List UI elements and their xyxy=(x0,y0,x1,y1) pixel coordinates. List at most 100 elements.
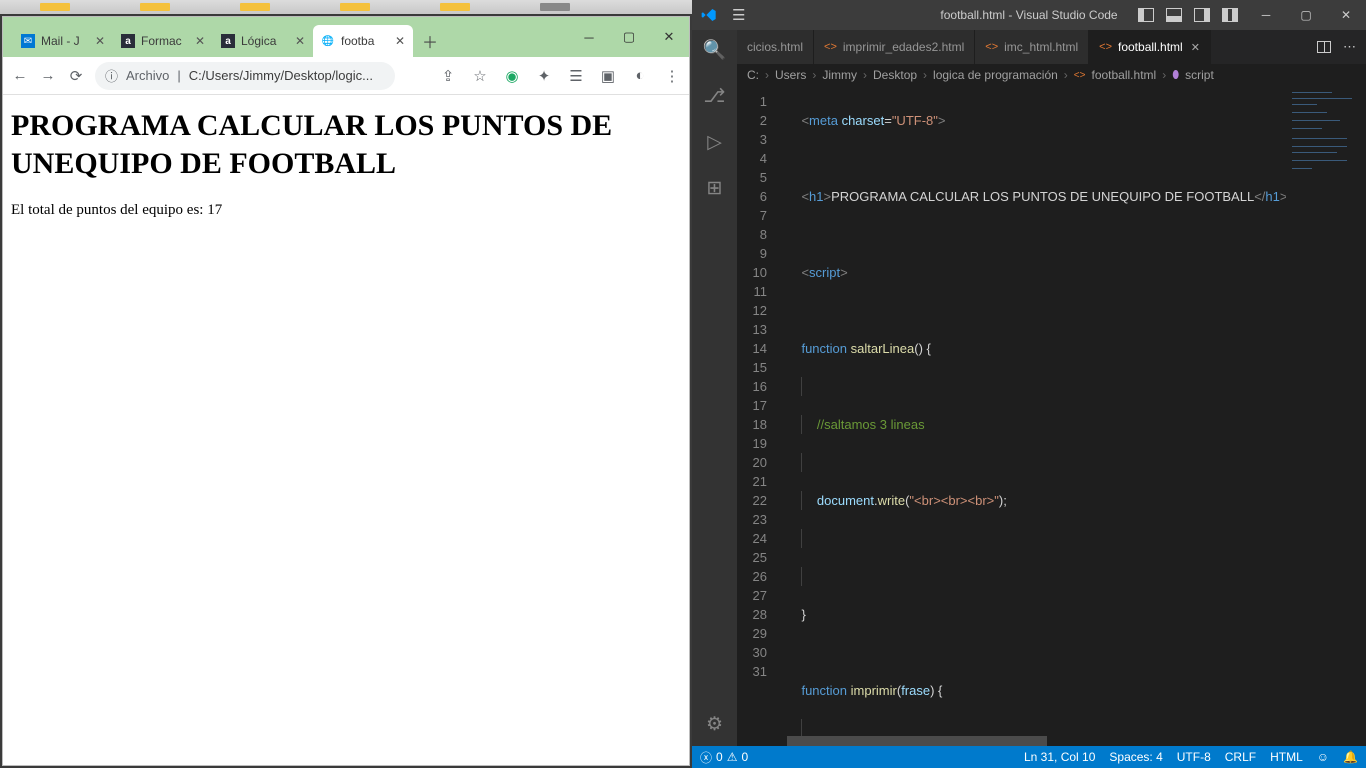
maximize-button[interactable]: ▢ xyxy=(609,17,649,57)
editor-area: cicios.html <> imprimir_edades2.html <> … xyxy=(737,30,1366,746)
vscode-titlebar: ☰ football.html - Visual Studio Code ─ ▢… xyxy=(692,0,1366,30)
omnibox-prefix: Archivo xyxy=(126,68,169,83)
code-content[interactable]: <meta charset="UTF-8"> <h1>PROGRAMA CALC… xyxy=(787,92,1366,746)
omnibox-path: C:/Users/Jimmy/Desktop/logic... xyxy=(189,68,385,83)
tab-label: football.html xyxy=(1118,40,1183,54)
chrome-tab-logica[interactable]: a Lógica ✕ xyxy=(213,25,313,57)
tab-label: footba xyxy=(341,34,374,48)
extensions-icon[interactable]: ✦ xyxy=(535,67,553,85)
alura-icon: a xyxy=(221,34,235,48)
split-editor-icon[interactable] xyxy=(1317,41,1331,53)
close-icon[interactable]: ✕ xyxy=(295,34,305,48)
toggle-secondary-icon[interactable] xyxy=(1194,8,1210,22)
crumb[interactable]: script xyxy=(1185,68,1214,82)
html-file-icon: <> xyxy=(1074,70,1086,81)
scrollbar-thumb[interactable] xyxy=(787,736,1047,746)
run-debug-icon[interactable]: ▷ xyxy=(703,130,727,154)
crumb[interactable]: C: xyxy=(747,68,759,82)
tab-label: imc_html.html xyxy=(1004,40,1078,54)
close-icon[interactable]: ✕ xyxy=(1191,41,1200,54)
activity-bar: 🔍 ⎇ ▷ ⊞ ⚙ xyxy=(692,30,737,746)
menu-icon[interactable]: ⋮ xyxy=(663,67,681,85)
profile-icon[interactable]: ◐ xyxy=(631,67,649,84)
crumb[interactable]: logica de programación xyxy=(933,68,1058,82)
source-control-icon[interactable]: ⎇ xyxy=(703,84,727,108)
tab-label: imprimir_edades2.html xyxy=(843,40,964,54)
star-icon[interactable]: ☆ xyxy=(471,67,489,85)
minimize-button[interactable]: ─ xyxy=(569,17,609,57)
notifications-icon[interactable]: 🔔 xyxy=(1343,750,1358,764)
editor-tab-imprimir-edades[interactable]: <> imprimir_edades2.html xyxy=(814,30,975,64)
settings-gear-icon[interactable]: ⚙ xyxy=(703,712,727,736)
html-file-icon: <> xyxy=(1099,41,1112,53)
customize-layout-icon[interactable] xyxy=(1222,8,1238,22)
editor-tabs: cicios.html <> imprimir_edades2.html <> … xyxy=(737,30,1366,64)
window-title: football.html - Visual Studio Code xyxy=(940,8,1117,22)
breadcrumbs[interactable]: C:› Users› Jimmy› Desktop› logica de pro… xyxy=(737,64,1366,86)
page-text: El total de puntos del equipo es: 17 xyxy=(11,202,681,219)
vscode-body: 🔍 ⎇ ▷ ⊞ ⚙ cicios.html <> imprimir_edades… xyxy=(692,30,1366,746)
editor-tab-imc[interactable]: <> imc_html.html xyxy=(975,30,1089,64)
status-indent[interactable]: Spaces: 4 xyxy=(1109,750,1162,764)
chrome-tab-formacion[interactable]: a Formac ✕ xyxy=(113,25,213,57)
share-icon[interactable]: ⇪ xyxy=(439,67,457,85)
back-button[interactable]: ← xyxy=(11,67,29,84)
side-panel-icon[interactable]: ▣ xyxy=(599,67,617,85)
chrome-window: ✉ Mail - J ✕ a Formac ✕ a Lógica ✕ 🌐 foo… xyxy=(2,16,690,766)
toolbar-right: ⇪ ☆ ◉ ✦ ☰ ▣ ◐ ⋮ xyxy=(439,67,681,85)
status-bar: ⓧ0 ⚠0 Ln 31, Col 10 Spaces: 4 UTF-8 CRLF… xyxy=(692,746,1366,768)
close-icon[interactable]: ✕ xyxy=(395,34,405,48)
toggle-panel-icon[interactable] xyxy=(1166,8,1182,22)
more-actions-icon[interactable]: ⋯ xyxy=(1343,39,1356,55)
toggle-sidebar-icon[interactable] xyxy=(1138,8,1154,22)
editor-tab-actions: ⋯ xyxy=(1307,30,1366,64)
html-file-icon: <> xyxy=(985,41,998,53)
extensions-icon[interactable]: ⊞ xyxy=(703,176,727,200)
close-icon[interactable]: ✕ xyxy=(195,34,205,48)
crumb[interactable]: football.html xyxy=(1091,68,1156,82)
layout-controls xyxy=(1138,8,1238,22)
search-icon[interactable]: 🔍 xyxy=(703,38,727,62)
status-problems[interactable]: ⓧ0 ⚠0 xyxy=(700,749,748,766)
status-encoding[interactable]: UTF-8 xyxy=(1177,750,1211,764)
close-button[interactable]: ✕ xyxy=(649,17,689,57)
chrome-page-content: PROGRAMA CALCULAR LOS PUNTOS DE UNEQUIPO… xyxy=(3,95,689,765)
feedback-icon[interactable]: ☺ xyxy=(1317,750,1329,764)
minimize-button[interactable]: ─ xyxy=(1246,0,1286,30)
alura-icon: a xyxy=(121,34,135,48)
chrome-window-controls: ─ ▢ ✕ xyxy=(569,17,689,57)
desktop-icons-peek xyxy=(0,0,690,14)
omnibox[interactable]: ⓘ Archivo | C:/Users/Jimmy/Desktop/logic… xyxy=(95,62,395,90)
editor-tab-football[interactable]: <> football.html ✕ xyxy=(1089,30,1211,64)
warning-icon: ⚠ xyxy=(727,750,738,764)
maximize-button[interactable]: ▢ xyxy=(1286,0,1326,30)
tab-label: Lógica xyxy=(241,34,276,48)
code-editor[interactable]: 12345678910 11121314151617181920 2122232… xyxy=(737,86,1366,746)
new-tab-button[interactable]: ＋ xyxy=(419,30,441,52)
chrome-tab-football[interactable]: 🌐 footba ✕ xyxy=(313,25,413,57)
chrome-tab-strip: ✉ Mail - J ✕ a Formac ✕ a Lógica ✕ 🌐 foo… xyxy=(3,17,689,57)
grammarly-icon[interactable]: ◉ xyxy=(503,67,521,85)
status-language[interactable]: HTML xyxy=(1270,750,1303,764)
crumb[interactable]: Users xyxy=(775,68,806,82)
info-icon: ⓘ xyxy=(105,66,118,85)
status-eol[interactable]: CRLF xyxy=(1225,750,1256,764)
vscode-window: ☰ football.html - Visual Studio Code ─ ▢… xyxy=(692,0,1366,768)
crumb[interactable]: Desktop xyxy=(873,68,917,82)
vscode-window-controls: ─ ▢ ✕ xyxy=(1246,0,1366,30)
status-cursor[interactable]: Ln 31, Col 10 xyxy=(1024,750,1095,764)
editor-tab-ejercicios[interactable]: cicios.html xyxy=(737,30,814,64)
close-button[interactable]: ✕ xyxy=(1326,0,1366,30)
line-numbers: 12345678910 11121314151617181920 2122232… xyxy=(737,92,783,681)
forward-button[interactable]: → xyxy=(39,67,57,84)
hamburger-menu-icon[interactable]: ☰ xyxy=(732,6,745,24)
crumb[interactable]: Jimmy xyxy=(822,68,857,82)
chrome-tab-mail[interactable]: ✉ Mail - J ✕ xyxy=(13,25,113,57)
reload-button[interactable]: ⟳ xyxy=(67,67,85,85)
vscode-logo-icon xyxy=(700,6,718,24)
horizontal-scrollbar[interactable] xyxy=(787,736,1286,746)
tab-label: Mail - J xyxy=(41,34,80,48)
reading-list-icon[interactable]: ☰ xyxy=(567,67,585,85)
minimap[interactable] xyxy=(1286,86,1366,746)
close-icon[interactable]: ✕ xyxy=(95,34,105,48)
